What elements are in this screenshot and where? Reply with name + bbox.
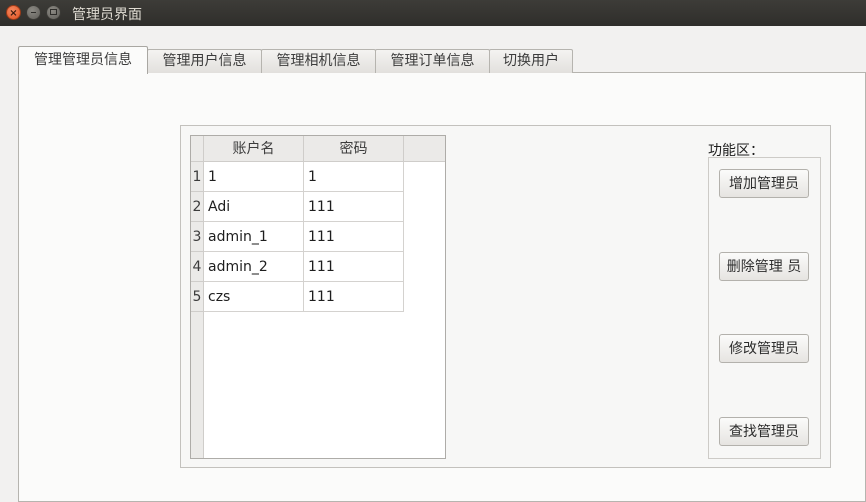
cell-password[interactable]: 111 bbox=[304, 282, 404, 312]
delete-admin-button[interactable]: 删除管理 员 bbox=[719, 252, 809, 281]
table-row[interactable]: 1 1 1 bbox=[191, 162, 404, 192]
row-number[interactable]: 2 bbox=[191, 192, 204, 222]
column-header-password[interactable]: 密码 bbox=[304, 136, 404, 162]
cell-account[interactable]: 1 bbox=[204, 162, 304, 192]
title-bar: × 管理员界面 bbox=[0, 0, 866, 26]
cell-password[interactable]: 1 bbox=[304, 162, 404, 192]
function-area-box bbox=[708, 157, 821, 459]
table-row[interactable]: 4 admin_2 111 bbox=[191, 252, 404, 282]
minimize-icon[interactable] bbox=[26, 5, 41, 20]
tab-manage-admins[interactable]: 管理管理员信息 bbox=[18, 46, 148, 74]
window-title: 管理员界面 bbox=[72, 7, 142, 23]
table-row[interactable]: 5 czs 111 bbox=[191, 282, 404, 312]
tab-manage-cameras[interactable]: 管理相机信息 bbox=[261, 49, 376, 73]
admin-table[interactable]: 账户名 密码 1 1 1 2 Adi 111 3 admin_1 111 4 a… bbox=[190, 135, 446, 459]
column-header-account[interactable]: 账户名 bbox=[204, 136, 304, 162]
row-number[interactable]: 1 bbox=[191, 162, 204, 192]
find-admin-button[interactable]: 查找管理员 bbox=[719, 417, 809, 446]
tab-manage-orders[interactable]: 管理订单信息 bbox=[375, 49, 490, 73]
tab-switch-user[interactable]: 切换用户 bbox=[489, 49, 573, 73]
row-number[interactable]: 3 bbox=[191, 222, 204, 252]
maximize-icon[interactable] bbox=[46, 5, 61, 20]
header-filler bbox=[404, 136, 445, 162]
table-row[interactable]: 3 admin_1 111 bbox=[191, 222, 404, 252]
cell-password[interactable]: 111 bbox=[304, 252, 404, 282]
row-number[interactable]: 4 bbox=[191, 252, 204, 282]
cell-account[interactable]: czs bbox=[204, 282, 304, 312]
tab-manage-users[interactable]: 管理用户信息 bbox=[147, 49, 262, 73]
edit-admin-button[interactable]: 修改管理员 bbox=[719, 334, 809, 363]
cell-password[interactable]: 111 bbox=[304, 222, 404, 252]
cell-account[interactable]: admin_2 bbox=[204, 252, 304, 282]
close-icon[interactable]: × bbox=[6, 5, 21, 20]
cell-password[interactable]: 111 bbox=[304, 192, 404, 222]
add-admin-button[interactable]: 增加管理员 bbox=[719, 169, 809, 198]
cell-account[interactable]: Adi bbox=[204, 192, 304, 222]
row-number[interactable]: 5 bbox=[191, 282, 204, 312]
table-row[interactable]: 2 Adi 111 bbox=[191, 192, 404, 222]
table-corner[interactable] bbox=[191, 136, 204, 162]
cell-account[interactable]: admin_1 bbox=[204, 222, 304, 252]
row-header-filler bbox=[191, 312, 204, 458]
